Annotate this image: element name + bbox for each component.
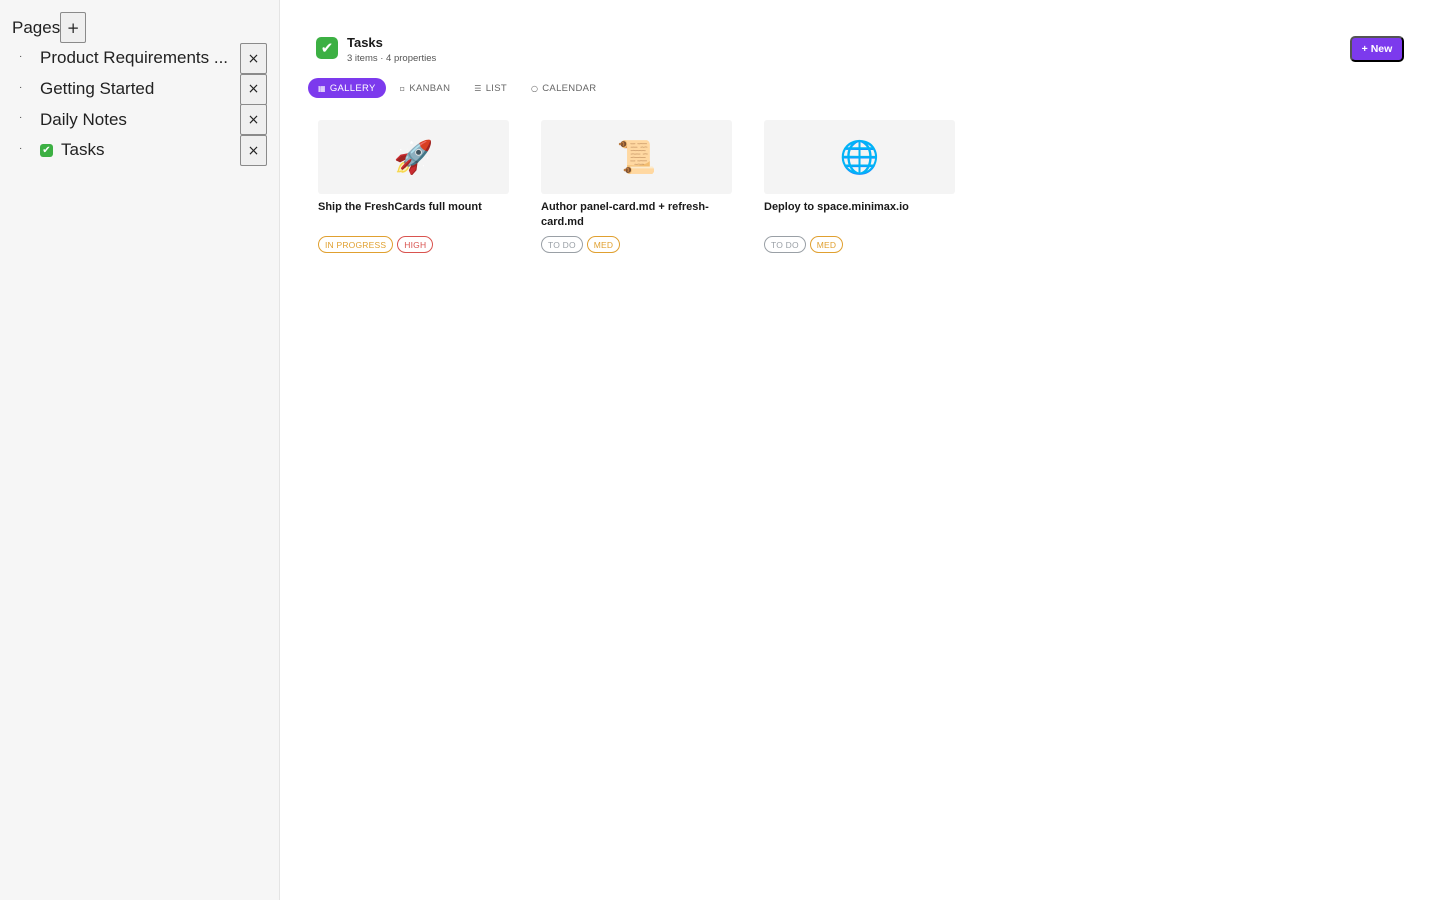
scroll-icon: 📜 (541, 120, 732, 194)
content-layer: ✔ Tasks 3 items · 4 properties + New ▦ G… (0, 0, 1440, 900)
tab-calendar[interactable]: ○ CALENDAR (521, 78, 606, 98)
grid-icon: ▦ (318, 83, 326, 93)
tab-label: KANBAN (409, 82, 451, 94)
card-tags: TO DO MED (541, 236, 732, 253)
card-tags: IN PROGRESS HIGH (318, 236, 509, 253)
priority-badge: MED (809, 236, 844, 253)
database-title: Tasks (347, 35, 383, 50)
priority-badge: MED (586, 236, 621, 253)
tab-list[interactable]: ☰ LIST (464, 78, 517, 98)
card-tags: TO DO MED (764, 236, 955, 253)
view-tabs: ▦ GALLERY ▫ KANBAN ☰ LIST ○ CALENDAR (308, 78, 610, 98)
priority-badge: HIGH (397, 236, 434, 253)
database-meta: 3 items · 4 properties (347, 53, 437, 64)
tab-gallery[interactable]: ▦ GALLERY (308, 78, 386, 98)
card-title: Deploy to space.minimax.io (764, 201, 909, 213)
gallery-card[interactable]: 📜 Author panel-card.md + refresh-card.md… (541, 120, 732, 253)
rocket-icon: 🚀 (318, 120, 509, 194)
tab-label: GALLERY (329, 82, 376, 94)
tab-label: LIST (485, 82, 507, 94)
tab-label: CALENDAR (542, 82, 597, 94)
status-badge: TO DO (541, 236, 583, 253)
kanban-icon: ▫ (399, 83, 406, 93)
card-title: Ship the FreshCards full mount (318, 201, 482, 213)
status-badge: IN PROGRESS (318, 236, 394, 253)
list-icon: ☰ (474, 83, 482, 93)
check-icon: ✔ (316, 37, 338, 59)
gallery-card[interactable]: 🚀 Ship the FreshCards full mount IN PROG… (318, 120, 509, 253)
calendar-icon: ○ (530, 83, 539, 93)
status-badge: TO DO (764, 236, 806, 253)
new-item-button[interactable]: + New (1350, 36, 1404, 62)
gallery-card[interactable]: 🌐 Deploy to space.minimax.io TO DO MED (764, 120, 955, 253)
card-title: Author panel-card.md + refresh-card.md (541, 201, 709, 228)
globe-icon: 🌐 (764, 120, 955, 194)
tab-kanban[interactable]: ▫ KANBAN (390, 78, 461, 98)
